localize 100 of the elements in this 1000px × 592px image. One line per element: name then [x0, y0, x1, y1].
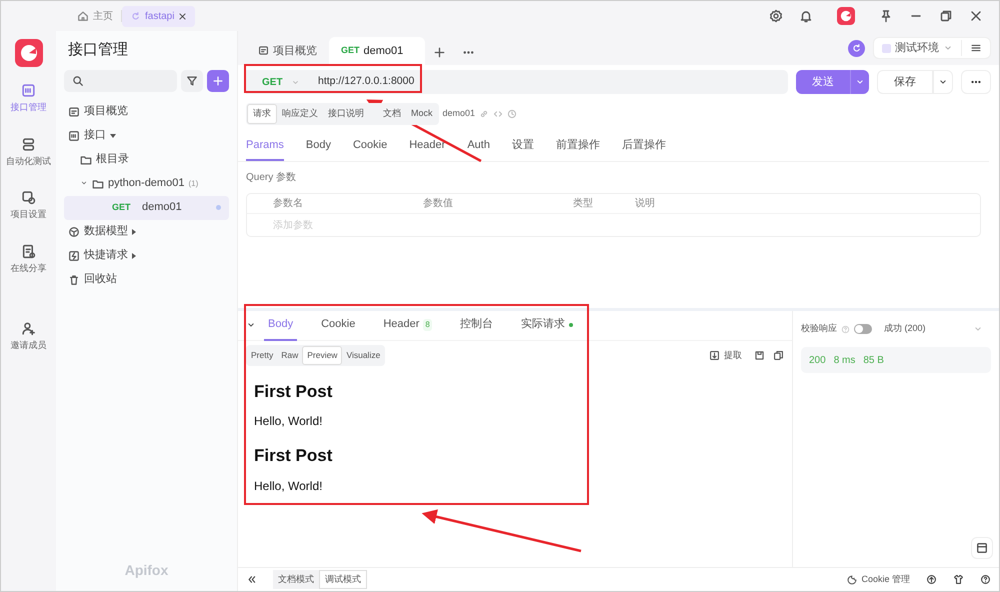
send-menu-button[interactable]: [850, 70, 869, 94]
model-icon: [68, 226, 80, 238]
layout-button[interactable]: [971, 537, 993, 559]
search-field[interactable]: [64, 70, 177, 92]
restore-icon: [939, 9, 953, 23]
rail-item[interactable]: 在线分享: [10, 244, 46, 275]
stat-value: 8 ms: [834, 354, 856, 368]
code-icon: [493, 108, 504, 119]
rail-item[interactable]: 自动化测试: [6, 136, 51, 168]
search-icon: [72, 74, 84, 86]
status-dot: [216, 205, 221, 210]
mode-tab[interactable]: 调试模式: [319, 570, 367, 590]
save-icon: [754, 350, 765, 361]
cookie-manager-button[interactable]: Cookie 管理: [847, 572, 910, 586]
folder-icon: [92, 178, 104, 190]
validate-label: 校验响应: [801, 322, 837, 336]
doc-tab[interactable]: 请求: [247, 104, 277, 124]
overview-icon: [68, 106, 80, 118]
doc-tab[interactable]: Mock: [406, 104, 438, 124]
request-tab[interactable]: 项目概览: [246, 36, 329, 65]
filter-button[interactable]: [181, 70, 203, 92]
extract-icon: [709, 350, 720, 361]
cookie-icon: [847, 574, 858, 584]
response-tab[interactable]: Cookie: [317, 310, 360, 341]
app-logo: [14, 39, 42, 67]
param-tab[interactable]: Header: [409, 132, 446, 161]
rail-icon: [21, 83, 36, 98]
stat-value: 85 B: [863, 354, 884, 368]
rail-icon: [21, 190, 36, 205]
column-header: 类型: [573, 196, 594, 211]
request-tab[interactable]: GET demo01: [329, 36, 425, 65]
tree-item[interactable]: 回收站: [64, 268, 229, 292]
copy-icon: [773, 350, 784, 361]
view-mode-tab[interactable]: Preview: [302, 346, 342, 365]
column-header: 参数名: [273, 196, 304, 211]
user-avatar: [837, 7, 855, 25]
api-icon: [68, 130, 80, 142]
tree-item[interactable]: 项目概览: [64, 100, 229, 124]
folder-icon: [80, 154, 92, 166]
view-mode-tab[interactable]: Raw: [277, 346, 302, 365]
endpoint-name: demo01: [442, 107, 476, 120]
bell-icon: [799, 9, 813, 23]
view-mode-tab[interactable]: Visualize: [342, 346, 384, 365]
doc-tab[interactable]: 响应定义: [277, 104, 323, 124]
preview-heading: First Post: [254, 446, 334, 467]
layout-icon: [976, 542, 988, 554]
url-field[interactable]: http://127.0.0.1:8000: [310, 74, 414, 90]
theme-icon: [953, 574, 964, 585]
preview-paragraph: Hello, World!: [254, 413, 324, 430]
param-tab[interactable]: 设置: [512, 132, 534, 161]
help-icon: [841, 324, 850, 334]
sync-button[interactable]: [848, 40, 865, 56]
tree-item[interactable]: GET demo01: [64, 196, 229, 220]
add-button[interactable]: [207, 70, 229, 92]
mode-tab[interactable]: 文档模式: [273, 570, 319, 590]
validate-toggle[interactable]: [854, 324, 872, 334]
quick-icon: [68, 250, 80, 262]
param-tab[interactable]: 前置操作: [556, 132, 600, 161]
tree-item[interactable]: 接口: [64, 124, 229, 148]
param-tab[interactable]: Params: [246, 132, 284, 161]
view-mode-tab[interactable]: Pretty: [247, 346, 278, 365]
rail-item[interactable]: 邀请成员: [10, 321, 46, 352]
doc-tab[interactable]: 文档: [369, 104, 406, 124]
extract-button[interactable]: 提取: [709, 348, 742, 362]
rail-icon: [21, 136, 36, 152]
validate-result: 成功 (200): [884, 322, 926, 336]
sync-icon: [851, 42, 862, 54]
home-icon: [77, 10, 89, 22]
doc-tab[interactable]: 接口说明: [323, 104, 369, 124]
plus-icon: [433, 46, 446, 60]
rail-icon: [21, 321, 36, 336]
history-icon: [507, 108, 518, 119]
param-tab[interactable]: Body: [306, 132, 331, 161]
response-tab[interactable]: Body: [264, 310, 298, 341]
tree-item[interactable]: 根目录: [64, 148, 229, 172]
param-tab[interactable]: 后置操作: [622, 132, 666, 161]
column-header: 参数值: [423, 196, 454, 211]
response-tab[interactable]: Header 8: [379, 310, 436, 341]
response-tab[interactable]: 控制台: [456, 310, 497, 341]
overview-icon: [258, 45, 269, 56]
settings-icon: [769, 9, 783, 23]
rail-item[interactable]: 项目设置: [10, 190, 46, 222]
trash-icon: [68, 274, 80, 286]
close-icon: [178, 12, 188, 20]
link-icon: [479, 108, 490, 119]
param-tab[interactable]: Auth: [467, 132, 490, 161]
help-icon: [980, 574, 991, 585]
preview-heading: First Post: [254, 382, 334, 402]
tree-item[interactable]: python-demo01 (1): [64, 172, 229, 196]
tree-item[interactable]: 数据模型: [64, 220, 229, 244]
sidebar-title: 接口管理: [68, 40, 129, 60]
save-button[interactable]: 保存: [877, 70, 933, 94]
param-tab[interactable]: Cookie: [352, 132, 388, 161]
section-title: Query 参数: [246, 170, 298, 185]
response-tab[interactable]: 实际请求: [516, 310, 577, 341]
rail-icon: [21, 244, 36, 258]
close-icon: [969, 9, 983, 23]
tree-item[interactable]: 快捷请求: [64, 244, 229, 268]
send-button[interactable]: 发送: [796, 70, 850, 94]
stat-value: 200: [809, 354, 826, 368]
